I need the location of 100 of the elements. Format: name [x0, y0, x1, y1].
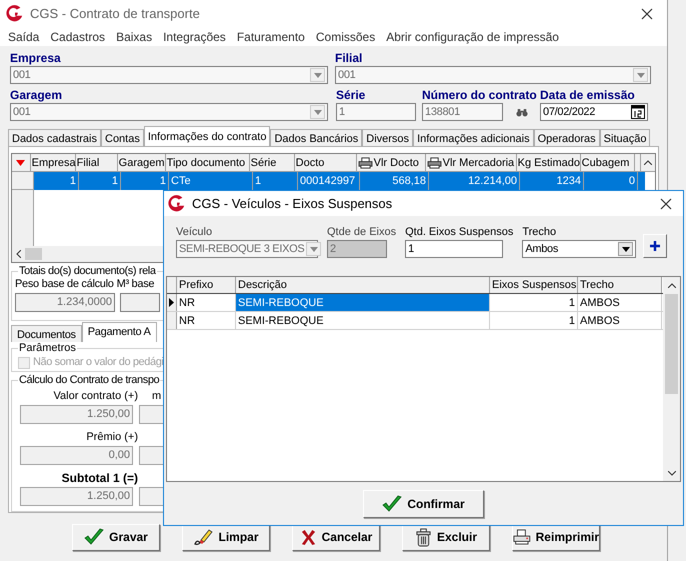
input-field[interactable]: 1.250,00: [20, 405, 133, 424]
tab[interactable]: Informações adicionais: [413, 129, 534, 146]
input-field[interactable]: [139, 446, 165, 465]
column-header[interactable]: Vlr Docto: [356, 154, 426, 171]
field-label: m: [152, 390, 162, 403]
column-header[interactable]: Cubagem: [580, 154, 635, 171]
field-label: Série: [336, 88, 366, 102]
table-cell: [638, 172, 645, 190]
column-header[interactable]: Série: [250, 154, 295, 171]
input-field[interactable]: [139, 405, 165, 424]
input-field[interactable]: 0,00: [20, 446, 133, 465]
menu-item[interactable]: Cadastros: [50, 29, 106, 45]
tab[interactable]: Pagamento A: [82, 322, 157, 342]
tab[interactable]: Dados cadastrais: [8, 129, 101, 146]
column-header[interactable]: Eixos Suspensos: [490, 277, 578, 293]
column-header[interactable]: Garagem: [118, 154, 166, 171]
input-field[interactable]: [139, 487, 165, 506]
field-label: Qtde de Eixos: [327, 225, 396, 239]
scrollbar[interactable]: [663, 277, 680, 481]
close-icon[interactable]: [660, 198, 672, 210]
confirm-button[interactable]: Confirmar: [363, 490, 484, 518]
check-icon: [84, 528, 104, 546]
trash-can-icon: [414, 528, 432, 546]
table-cell: 000142997: [298, 172, 360, 190]
plus-icon: [650, 241, 660, 251]
field-label: Número do contrato: [422, 88, 538, 102]
column-header[interactable]: Tipo documento: [166, 154, 250, 171]
table-cell: AMBOS: [578, 312, 662, 329]
printer-icon: [513, 528, 531, 546]
row-pointer-icon: [169, 298, 174, 307]
table-cell: CTe: [169, 172, 253, 190]
close-icon[interactable]: [641, 8, 653, 20]
eraser-icon: [193, 528, 214, 546]
window-title: CGS - Contrato de transporte: [30, 5, 200, 24]
scroll-up-icon[interactable]: [644, 160, 652, 165]
menu-item[interactable]: Integrações: [163, 29, 226, 45]
field-label: Veículo: [176, 225, 214, 239]
scroll-up-icon[interactable]: [668, 283, 676, 288]
field-label: Empresa: [10, 51, 62, 65]
input-field[interactable]: 1.250,00: [20, 487, 133, 506]
table-cell: 1: [34, 172, 79, 190]
scroll-down-icon[interactable]: [668, 471, 676, 476]
group-title: Totais do(s) documento(s) rela: [18, 265, 157, 278]
column-header[interactable]: Empresa: [30, 154, 76, 171]
check-icon: [382, 494, 402, 512]
input-field[interactable]: [120, 293, 160, 312]
field-label: Garagem: [10, 88, 64, 102]
scrollbar[interactable]: [640, 154, 655, 171]
tab[interactable]: Operadoras: [534, 129, 600, 146]
field-label: Trecho: [522, 225, 558, 239]
date-field[interactable]: 07/02/2022: [540, 103, 648, 121]
input-field[interactable]: 1: [405, 240, 504, 258]
column-header[interactable]: Kg Estimado: [516, 154, 581, 171]
table-cell: 12.214,00: [429, 172, 520, 190]
tab[interactable]: Contas: [101, 129, 144, 146]
field-label: Prêmio (+): [85, 431, 138, 444]
action-button[interactable]: Gravar: [72, 524, 160, 550]
scrollbar-thumb[interactable]: [665, 294, 678, 394]
table-cell: NR: [177, 294, 236, 311]
column-header[interactable]: Filial: [76, 154, 118, 171]
sort-indicator-icon: [16, 160, 26, 166]
field-label: Data de emissão: [540, 88, 636, 102]
binoculars-icon[interactable]: [516, 108, 528, 116]
tab[interactable]: Situação: [600, 129, 650, 146]
tab[interactable]: Diversos: [362, 129, 414, 146]
scrollbar-thumb[interactable]: [25, 248, 42, 260]
column-header[interactable]: Descrição: [236, 277, 490, 293]
column-header[interactable]: Vlr Mercadoria: [426, 154, 517, 171]
field-label: Valor contrato (+): [52, 390, 138, 403]
table-cell: NR: [177, 312, 236, 329]
app-logo-icon: [168, 194, 186, 212]
column-header[interactable]: Trecho: [578, 277, 662, 293]
add-button[interactable]: [643, 234, 668, 258]
printer-icon: [426, 156, 442, 168]
checkbox-label: Não somar o valor do pedági: [33, 356, 164, 369]
tab[interactable]: Informações do contrato: [144, 126, 270, 146]
column-header[interactable]: Prefixo: [177, 277, 236, 293]
menu-item[interactable]: Abrir configuração de impressão: [386, 29, 559, 45]
calendar-icon[interactable]: [631, 105, 645, 119]
column-header[interactable]: Docto: [294, 154, 357, 171]
menu-item[interactable]: Comissões: [316, 29, 376, 45]
table-cell: 1234: [520, 172, 584, 190]
table-cell: 1: [121, 172, 169, 190]
menu-item[interactable]: Saída: [8, 29, 40, 45]
table-cell: 0: [584, 172, 638, 190]
table-cell: SEMI-REBOQUE: [236, 312, 490, 329]
input-field[interactable]: 1.234,0000: [15, 293, 115, 312]
dropdown[interactable]: Ambos: [522, 240, 636, 258]
field-label: Peso base de cálculo: [15, 278, 114, 291]
table-cell: 1: [253, 172, 298, 190]
dropdown-arrow-icon[interactable]: [622, 246, 630, 252]
field-label: Qtd. Eixos Suspensos: [405, 225, 514, 239]
menu-item[interactable]: Baixas: [116, 29, 152, 45]
x-icon: [300, 528, 317, 546]
field-label: Subtotal 1 (=): [60, 472, 138, 485]
tab[interactable]: Documentos: [11, 325, 82, 342]
menu-item[interactable]: Faturamento: [236, 29, 305, 45]
tab[interactable]: Dados Bancários: [270, 129, 362, 146]
scroll-left-icon[interactable]: [16, 250, 21, 258]
table-cell: SEMI-REBOQUE: [236, 294, 490, 311]
